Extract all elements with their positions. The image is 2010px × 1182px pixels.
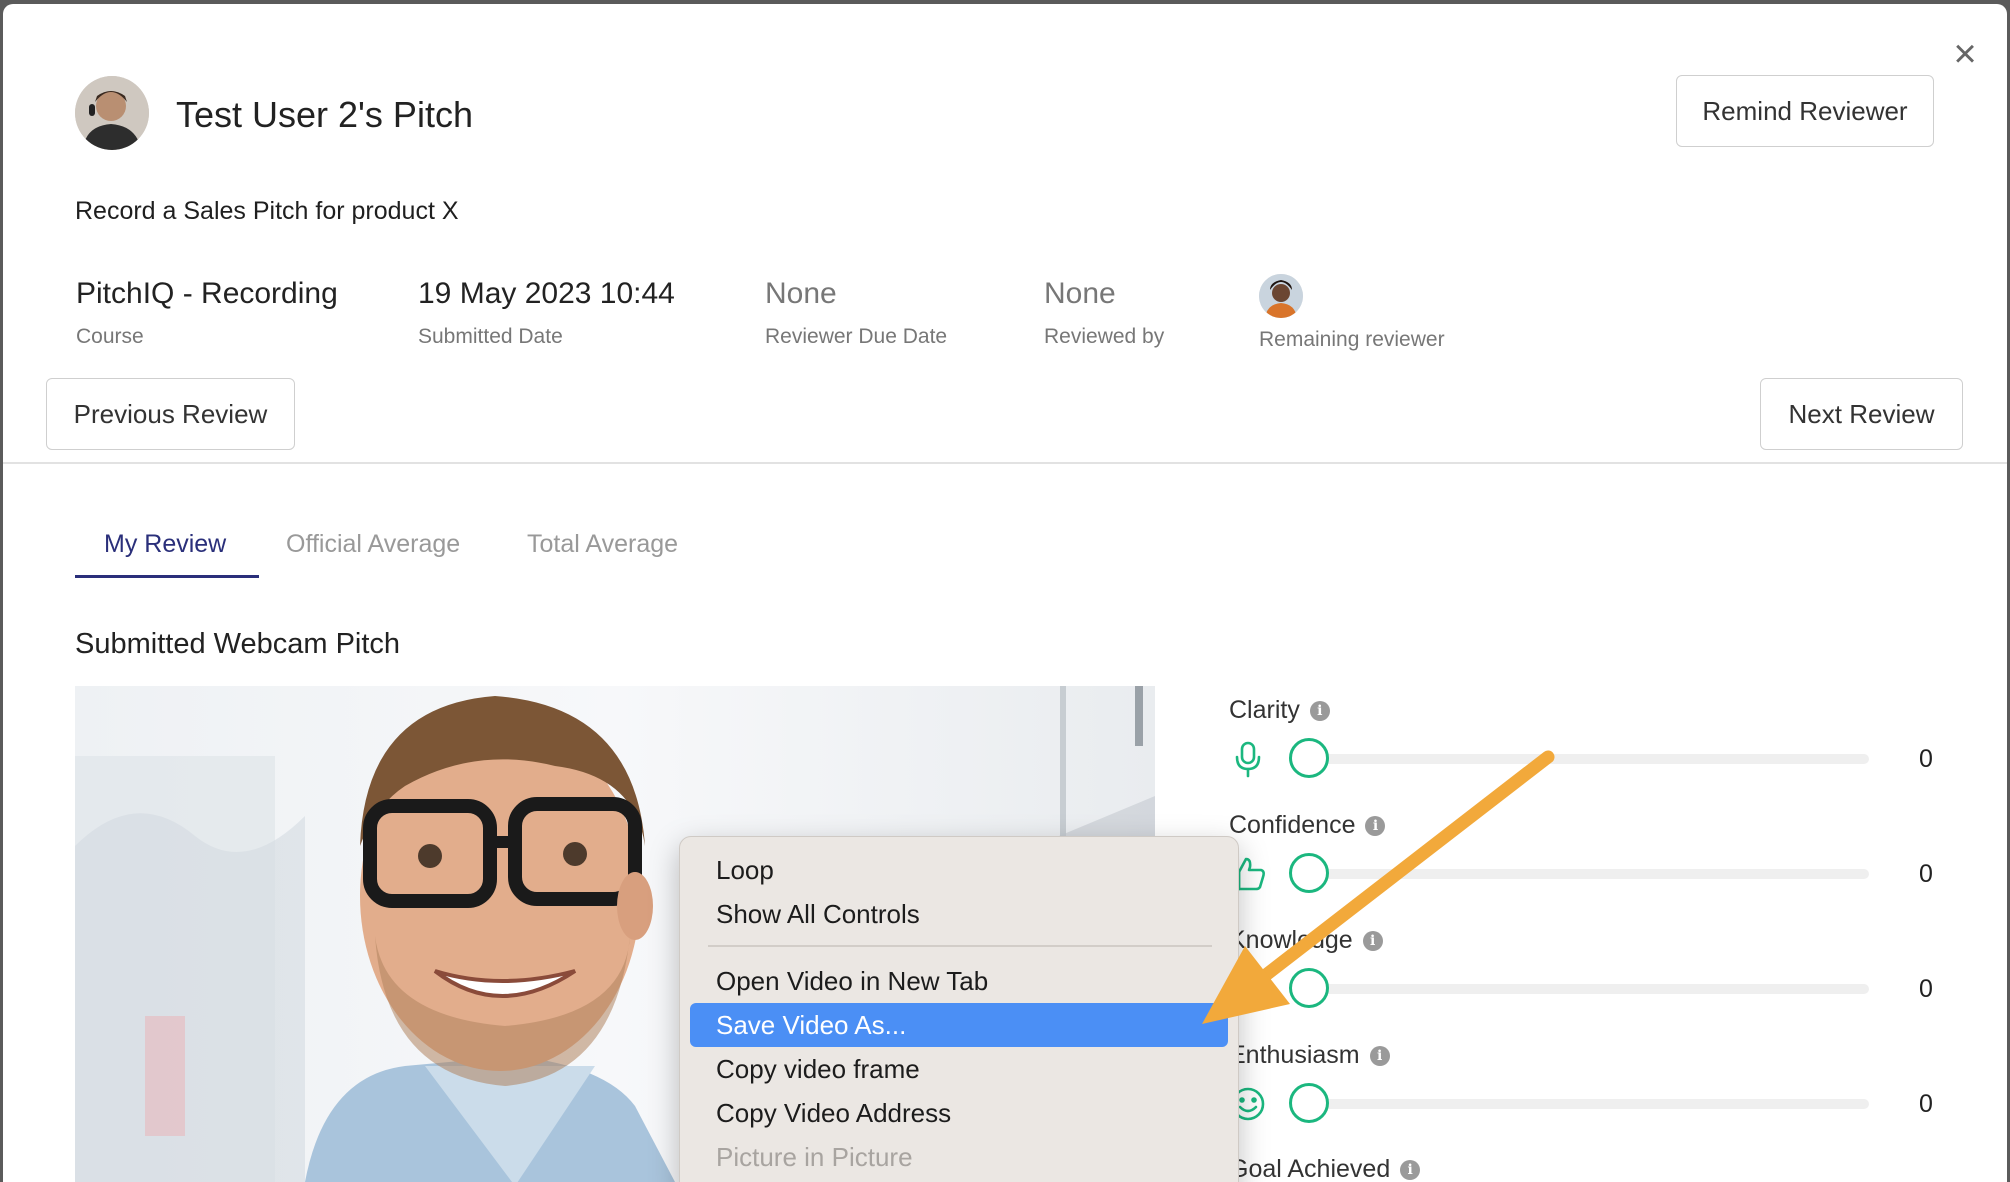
clarity-label: Clarity <box>1229 696 1300 724</box>
close-icon[interactable]: × <box>1945 34 1985 74</box>
section-title: Submitted Webcam Pitch <box>75 628 401 660</box>
slider-track-confidence[interactable] <box>1293 869 1869 879</box>
slider-track-clarity[interactable] <box>1293 754 1869 764</box>
metric-label-knowledge: Knowledge i <box>1229 926 1383 955</box>
user-avatar <box>75 76 149 150</box>
meta-course: PitchIQ - Recording Course <box>76 277 338 349</box>
submitted-date-label: Submitted Date <box>418 325 563 348</box>
goal-achieved-label: Goal Achieved <box>1229 1155 1391 1182</box>
active-tab-indicator <box>75 575 259 578</box>
course-label: Course <box>76 325 144 348</box>
next-review-button[interactable]: Next Review <box>1760 378 1963 450</box>
info-icon[interactable]: i <box>1400 1159 1421 1180</box>
menu-item-loop[interactable]: Loop <box>690 848 1228 892</box>
metric-label-goal-achieved: Goal Achieved i <box>1229 1155 1421 1182</box>
enthusiasm-label: Enthusiasm <box>1229 1041 1360 1069</box>
assignment-description: Record a Sales Pitch for product X <box>75 197 459 225</box>
metric-value-confidence: 0 <box>1919 860 1933 888</box>
meta-due-date: None Reviewer Due Date <box>765 277 947 349</box>
remaining-reviewer-avatar[interactable] <box>1259 274 1303 318</box>
menu-item-save-video-as[interactable]: Save Video As... <box>690 1003 1228 1047</box>
reviewed-by-value: None <box>1044 277 1116 310</box>
info-icon[interactable]: i <box>1309 700 1330 721</box>
info-icon[interactable]: i <box>1365 815 1386 836</box>
menu-item-copy-video-frame[interactable]: Copy video frame <box>690 1047 1228 1091</box>
menu-separator <box>708 945 1212 947</box>
metric-value-clarity: 0 <box>1919 745 1933 773</box>
slider-track-knowledge[interactable] <box>1293 984 1869 994</box>
slider-thumb-clarity[interactable] <box>1289 738 1329 778</box>
meta-reviewed-by: None Reviewed by <box>1044 277 1164 349</box>
slider-thumb-enthusiasm[interactable] <box>1289 1083 1329 1123</box>
tab-my-review[interactable]: My Review <box>104 530 226 559</box>
info-icon[interactable]: i <box>1369 1045 1390 1066</box>
info-icon[interactable]: i <box>1362 930 1383 951</box>
slider-track-enthusiasm[interactable] <box>1293 1099 1869 1109</box>
menu-item-picture-in-picture: Picture in Picture <box>716 1141 913 1172</box>
submitted-date-value: 19 May 2023 10:44 <box>418 277 675 310</box>
tab-total-average[interactable]: Total Average <box>527 530 678 559</box>
metric-value-knowledge: 0 <box>1919 975 1933 1003</box>
meta-submitted: 19 May 2023 10:44 Submitted Date <box>418 277 675 349</box>
review-modal: × Test User 2's Pitch Remind Reviewer Re… <box>3 4 2007 1182</box>
previous-review-button[interactable]: Previous Review <box>46 378 295 450</box>
tab-official-average[interactable]: Official Average <box>286 530 460 559</box>
confidence-label: Confidence <box>1229 811 1356 839</box>
microphone-icon <box>1229 740 1267 778</box>
reviewed-by-label: Reviewed by <box>1044 325 1165 348</box>
due-date-label: Reviewer Due Date <box>765 325 948 348</box>
page-title: Test User 2's Pitch <box>176 94 473 135</box>
course-value: PitchIQ - Recording <box>76 277 338 310</box>
metric-label-confidence: Confidence i <box>1229 811 1386 840</box>
metric-value-enthusiasm: 0 <box>1919 1090 1933 1118</box>
metric-label-enthusiasm: Enthusiasm i <box>1229 1041 1390 1070</box>
menu-item-copy-video-address[interactable]: Copy Video Address <box>690 1091 1228 1135</box>
video-context-menu: Loop Show All Controls Open Video in New… <box>679 836 1239 1182</box>
remaining-reviewer-label: Remaining reviewer <box>1259 328 1445 351</box>
divider <box>3 462 2007 464</box>
remind-reviewer-button[interactable]: Remind Reviewer <box>1676 75 1934 147</box>
menu-item-open-video-new-tab[interactable]: Open Video in New Tab <box>690 959 1228 1003</box>
knowledge-label: Knowledge <box>1229 926 1353 954</box>
metric-label-clarity: Clarity i <box>1229 696 1330 725</box>
slider-thumb-knowledge[interactable] <box>1289 968 1329 1008</box>
due-date-value: None <box>765 277 837 310</box>
menu-item-show-all-controls[interactable]: Show All Controls <box>690 892 1228 936</box>
slider-thumb-confidence[interactable] <box>1289 853 1329 893</box>
